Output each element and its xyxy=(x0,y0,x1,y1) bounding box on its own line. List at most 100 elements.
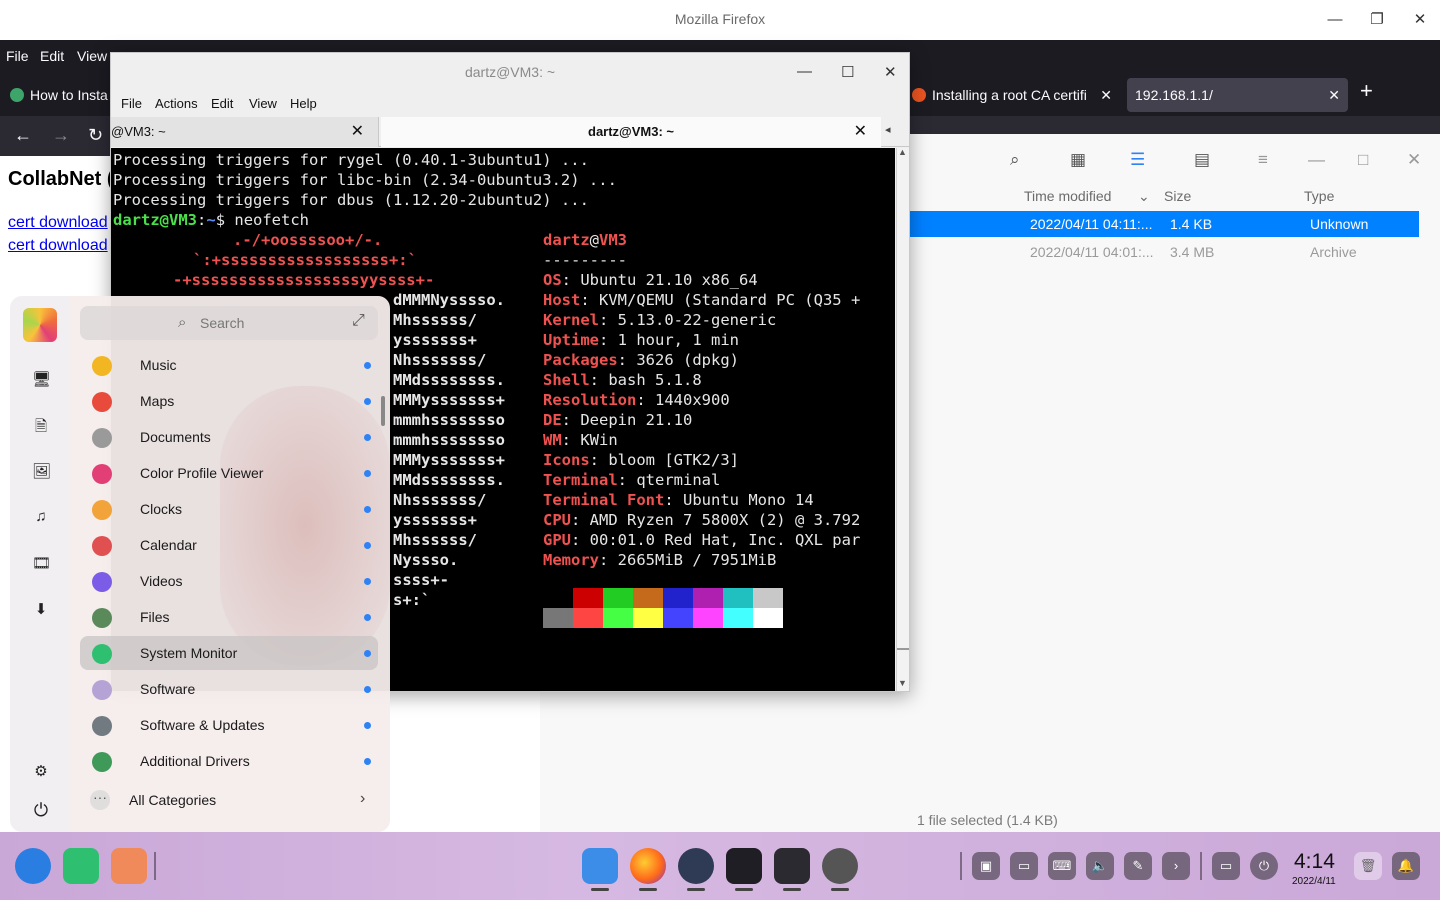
menu-icon[interactable]: ≡ xyxy=(1258,150,1268,170)
window-switch-icon[interactable]: ▭ xyxy=(1212,852,1240,880)
qterminal-icon[interactable] xyxy=(774,848,810,884)
launcher-search-input[interactable]: ⌕ Search ⤢ xyxy=(80,306,378,340)
tab-router[interactable]: 192.168.1.1/ ✕ xyxy=(1127,78,1348,112)
new-tab-button[interactable]: + xyxy=(1360,78,1380,104)
trash-icon[interactable]: 🗑 xyxy=(1354,852,1382,880)
tab-close-icon[interactable]: ✕ xyxy=(1328,78,1340,112)
multitask-view-icon[interactable] xyxy=(63,848,99,884)
back-icon[interactable]: ← xyxy=(14,125,32,146)
cert-download-link[interactable]: cert download xyxy=(8,214,108,232)
show-desktop-icon[interactable] xyxy=(111,848,147,884)
column-time-modified[interactable]: Time modified xyxy=(1024,188,1111,204)
info-line: Packages: 3626 (dpkg) xyxy=(543,351,739,369)
tray-expand-icon[interactable]: › xyxy=(1162,852,1190,880)
cert-download-link[interactable]: cert download xyxy=(8,237,108,255)
app-item[interactable]: Documents xyxy=(80,420,378,454)
search-icon[interactable]: ⌕ xyxy=(1010,150,1020,170)
maximize-icon[interactable]: □ xyxy=(1358,150,1368,170)
tray-app-icon[interactable]: ▣ xyxy=(972,852,1000,880)
settings-icon[interactable]: ⚙ xyxy=(32,762,50,780)
scroll-up-icon[interactable]: ▲ xyxy=(898,147,907,157)
app-item[interactable]: System Monitor xyxy=(80,636,378,670)
settings-icon[interactable] xyxy=(678,848,714,884)
terminal-icon[interactable] xyxy=(726,848,762,884)
terminal-tab[interactable]: @VM3: ~ ✕ xyxy=(111,117,379,147)
minimize-icon[interactable]: — xyxy=(1308,150,1325,170)
image-icon[interactable]: 🖼 xyxy=(32,462,51,480)
menu-edit[interactable]: Edit xyxy=(211,96,233,111)
close-button[interactable]: ✕ xyxy=(884,63,897,81)
clock-time[interactable]: 4:14 xyxy=(1294,850,1335,874)
music-note-icon[interactable]: ♫ xyxy=(32,508,50,525)
page-title: CollabNet ( xyxy=(8,168,114,190)
terminal-tab-active[interactable]: dartz@VM3: ~ ✕ xyxy=(381,117,881,147)
app-item[interactable]: Additional Drivers xyxy=(80,744,378,778)
menu-file[interactable]: File xyxy=(6,48,29,64)
pen-icon[interactable]: ✎ xyxy=(1124,852,1152,880)
volume-icon[interactable]: 🔈 xyxy=(1086,852,1114,880)
app-item[interactable]: Clocks xyxy=(80,492,378,526)
minimize-button[interactable]: — xyxy=(797,63,812,80)
app-item[interactable]: Color Profile Viewer xyxy=(80,456,378,490)
scroll-thumb[interactable] xyxy=(897,648,909,650)
app-item[interactable]: Files xyxy=(80,600,378,634)
tray-window-icon[interactable]: ▭ xyxy=(1010,852,1038,880)
minimize-button[interactable]: — xyxy=(1320,8,1350,32)
scroll-down-icon[interactable]: ▼ xyxy=(898,678,907,688)
info-key: Terminal Font xyxy=(543,491,665,509)
firefox-icon[interactable] xyxy=(630,848,666,884)
tab-scroll-left-icon[interactable]: ◂ xyxy=(885,123,891,136)
column-type[interactable]: Type xyxy=(1304,188,1334,204)
notification-bell-icon[interactable]: 🔔 xyxy=(1392,852,1420,880)
logo-line: .-/+oossssoo+/-. xyxy=(233,231,383,249)
tab-root-ca[interactable]: Installing a root CA certifi ✕ xyxy=(910,78,1118,112)
reload-icon[interactable]: ↻ xyxy=(88,125,103,146)
menu-view[interactable]: View xyxy=(249,96,277,111)
maximize-button[interactable]: ❐ xyxy=(1362,8,1392,32)
details-view-icon[interactable]: ▤ xyxy=(1194,150,1210,170)
tab-close-icon[interactable]: ✕ xyxy=(854,117,867,147)
launcher-logo-icon[interactable] xyxy=(23,308,57,342)
file-row[interactable]: 2022/04/11 04:11:... 1.4 KB Unknown xyxy=(910,211,1419,237)
computer-icon[interactable]: 🖥 xyxy=(32,370,51,388)
app-item[interactable]: Videos xyxy=(80,564,378,598)
clock-date[interactable]: 2022/4/11 xyxy=(1292,876,1336,887)
document-icon[interactable]: 🗎 xyxy=(32,416,50,441)
app-item[interactable]: Software & Updates xyxy=(80,708,378,742)
tab-close-icon[interactable]: ✕ xyxy=(351,117,364,147)
keyboard-icon[interactable]: ⌨ xyxy=(1048,852,1076,880)
app-item[interactable]: Music xyxy=(80,348,378,382)
tab-close-icon[interactable]: ✕ xyxy=(1100,78,1112,112)
sort-chevron-icon[interactable]: ⌄ xyxy=(1138,188,1150,205)
maximize-button[interactable]: ☐ xyxy=(841,63,854,81)
app-item[interactable]: Calendar xyxy=(80,528,378,562)
column-size[interactable]: Size xyxy=(1164,188,1191,204)
video-icon[interactable]: 🎞 xyxy=(32,554,51,572)
download-icon[interactable]: ⬇ xyxy=(32,600,50,618)
close-button[interactable]: ✕ xyxy=(1405,8,1435,32)
menu-actions[interactable]: Actions xyxy=(155,96,198,111)
menu-edit[interactable]: Edit xyxy=(40,48,64,64)
icon-view-icon[interactable]: ▦ xyxy=(1070,150,1086,170)
close-icon[interactable]: ✕ xyxy=(1407,150,1421,170)
tab-how-to[interactable]: How to Insta xyxy=(8,78,110,112)
menu-file[interactable]: File xyxy=(121,96,142,111)
expand-icon[interactable]: ⤢ xyxy=(352,312,365,330)
forward-icon[interactable]: → xyxy=(52,125,70,146)
power-icon[interactable]: ⏻ xyxy=(1250,852,1278,880)
new-app-dot xyxy=(364,686,371,693)
menu-view[interactable]: View xyxy=(77,48,107,64)
launcher-button-icon[interactable] xyxy=(15,848,51,884)
app-item[interactable]: Maps xyxy=(80,384,378,418)
app-list-scrollbar[interactable] xyxy=(381,396,385,426)
screen-recorder-icon[interactable] xyxy=(822,848,858,884)
file-manager-icon[interactable] xyxy=(582,848,618,884)
terminal-scrollbar[interactable]: ▲ ▼ xyxy=(896,147,909,691)
app-item[interactable]: Software xyxy=(80,672,378,706)
menu-help[interactable]: Help xyxy=(290,96,317,111)
file-row[interactable]: 2022/04/11 04:01:... 3.4 MB Archive xyxy=(910,239,1419,265)
list-view-icon[interactable]: ☰ xyxy=(1130,150,1145,170)
all-categories-button[interactable]: ··· All Categories › xyxy=(80,784,378,818)
power-icon[interactable]: ⏻ xyxy=(32,800,50,821)
file-type: Unknown xyxy=(1310,216,1369,232)
